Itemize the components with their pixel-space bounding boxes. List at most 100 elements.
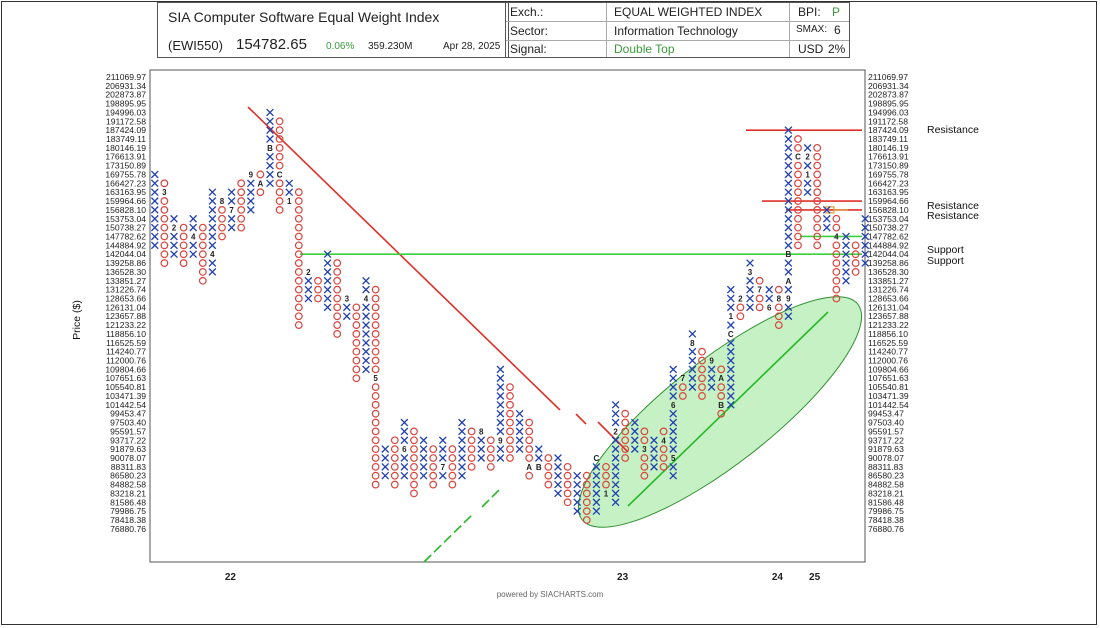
x-box <box>170 250 178 259</box>
month-marker: 9 <box>786 295 791 304</box>
o-box <box>160 223 169 232</box>
o-box <box>371 356 380 365</box>
month-marker: 7 <box>757 286 762 295</box>
bullish-support-line <box>423 514 473 563</box>
o-box <box>410 436 418 445</box>
o-box <box>160 197 169 205</box>
o-box <box>506 445 514 454</box>
x-box <box>496 427 505 436</box>
x-box <box>150 179 159 188</box>
o-box <box>352 321 361 329</box>
o-box <box>429 462 438 471</box>
o-box <box>371 383 380 392</box>
o-box <box>371 462 380 471</box>
x-box <box>534 445 543 453</box>
x-box <box>803 144 812 152</box>
x-box <box>842 276 850 285</box>
x-box <box>189 241 198 250</box>
o-box <box>237 197 246 205</box>
o-box <box>294 285 303 294</box>
o-box <box>198 232 207 241</box>
month-marker: 8 <box>479 427 484 436</box>
x-box <box>496 392 505 400</box>
month-marker: 4 <box>364 295 369 304</box>
x-box <box>726 321 735 329</box>
plot-area <box>149 69 866 563</box>
o-box <box>774 303 783 312</box>
o-box <box>774 285 783 294</box>
o-box <box>544 471 553 480</box>
x-box <box>573 471 582 480</box>
x-box <box>746 259 754 267</box>
o-box <box>506 383 514 392</box>
o-box <box>755 303 764 312</box>
x-box <box>784 170 793 179</box>
o-box <box>179 232 188 241</box>
x-box <box>362 303 370 312</box>
x-box <box>419 454 428 462</box>
x-box <box>266 170 274 179</box>
month-marker: B <box>536 463 542 472</box>
month-marker: C <box>795 153 801 162</box>
pnf-chart: ResistanceResistanceResistanceSupportSup… <box>71 69 979 583</box>
x-box <box>803 179 812 188</box>
month-marker: 9 <box>249 170 254 179</box>
o-box <box>813 170 822 179</box>
x-box <box>784 232 793 241</box>
x-box <box>784 259 793 267</box>
o-box <box>813 161 822 170</box>
o-box <box>813 152 822 161</box>
x-box <box>323 303 332 312</box>
x-box <box>573 489 582 498</box>
x-box <box>150 170 159 179</box>
x-box <box>150 232 159 241</box>
x-box <box>246 188 255 197</box>
o-box <box>160 214 169 223</box>
o-box <box>218 205 226 214</box>
o-box <box>832 214 841 223</box>
month-marker: 3 <box>748 268 753 277</box>
x-box <box>419 445 428 453</box>
o-box <box>237 205 246 214</box>
o-box <box>544 480 553 489</box>
x-box <box>458 436 466 445</box>
x-box <box>304 294 313 303</box>
channel-band-layer <box>577 296 863 528</box>
o-box <box>429 454 438 462</box>
x-box <box>323 294 332 303</box>
month-marker: 9 <box>709 357 714 366</box>
o-box <box>371 294 380 303</box>
o-box <box>333 285 342 294</box>
x-box <box>822 223 831 232</box>
x-axis-year-label: 23 <box>617 572 629 583</box>
o-box <box>429 471 438 480</box>
x-box <box>381 445 390 453</box>
o-box <box>832 241 841 250</box>
o-box <box>755 276 764 285</box>
o-box <box>410 454 418 462</box>
month-marker: 5 <box>373 374 378 383</box>
o-box <box>486 462 495 471</box>
x-box <box>726 285 735 294</box>
month-marker: 5 <box>671 454 676 463</box>
month-marker: A <box>718 374 724 383</box>
x-box <box>419 462 428 471</box>
o-box <box>525 436 534 445</box>
x-box <box>419 471 428 480</box>
o-box <box>371 330 380 338</box>
x-box <box>515 418 524 427</box>
o-box <box>352 338 361 347</box>
o-box <box>294 223 303 232</box>
x-box <box>534 454 543 462</box>
o-box <box>371 400 380 409</box>
x-box <box>150 197 159 205</box>
x-box <box>784 179 793 188</box>
x-box <box>496 400 505 409</box>
x-box <box>554 489 562 498</box>
month-marker: 6 <box>767 303 772 312</box>
x-box <box>400 462 409 471</box>
x-box <box>496 454 505 462</box>
x-box <box>458 462 466 471</box>
o-box <box>179 250 188 259</box>
x-box <box>611 400 620 409</box>
